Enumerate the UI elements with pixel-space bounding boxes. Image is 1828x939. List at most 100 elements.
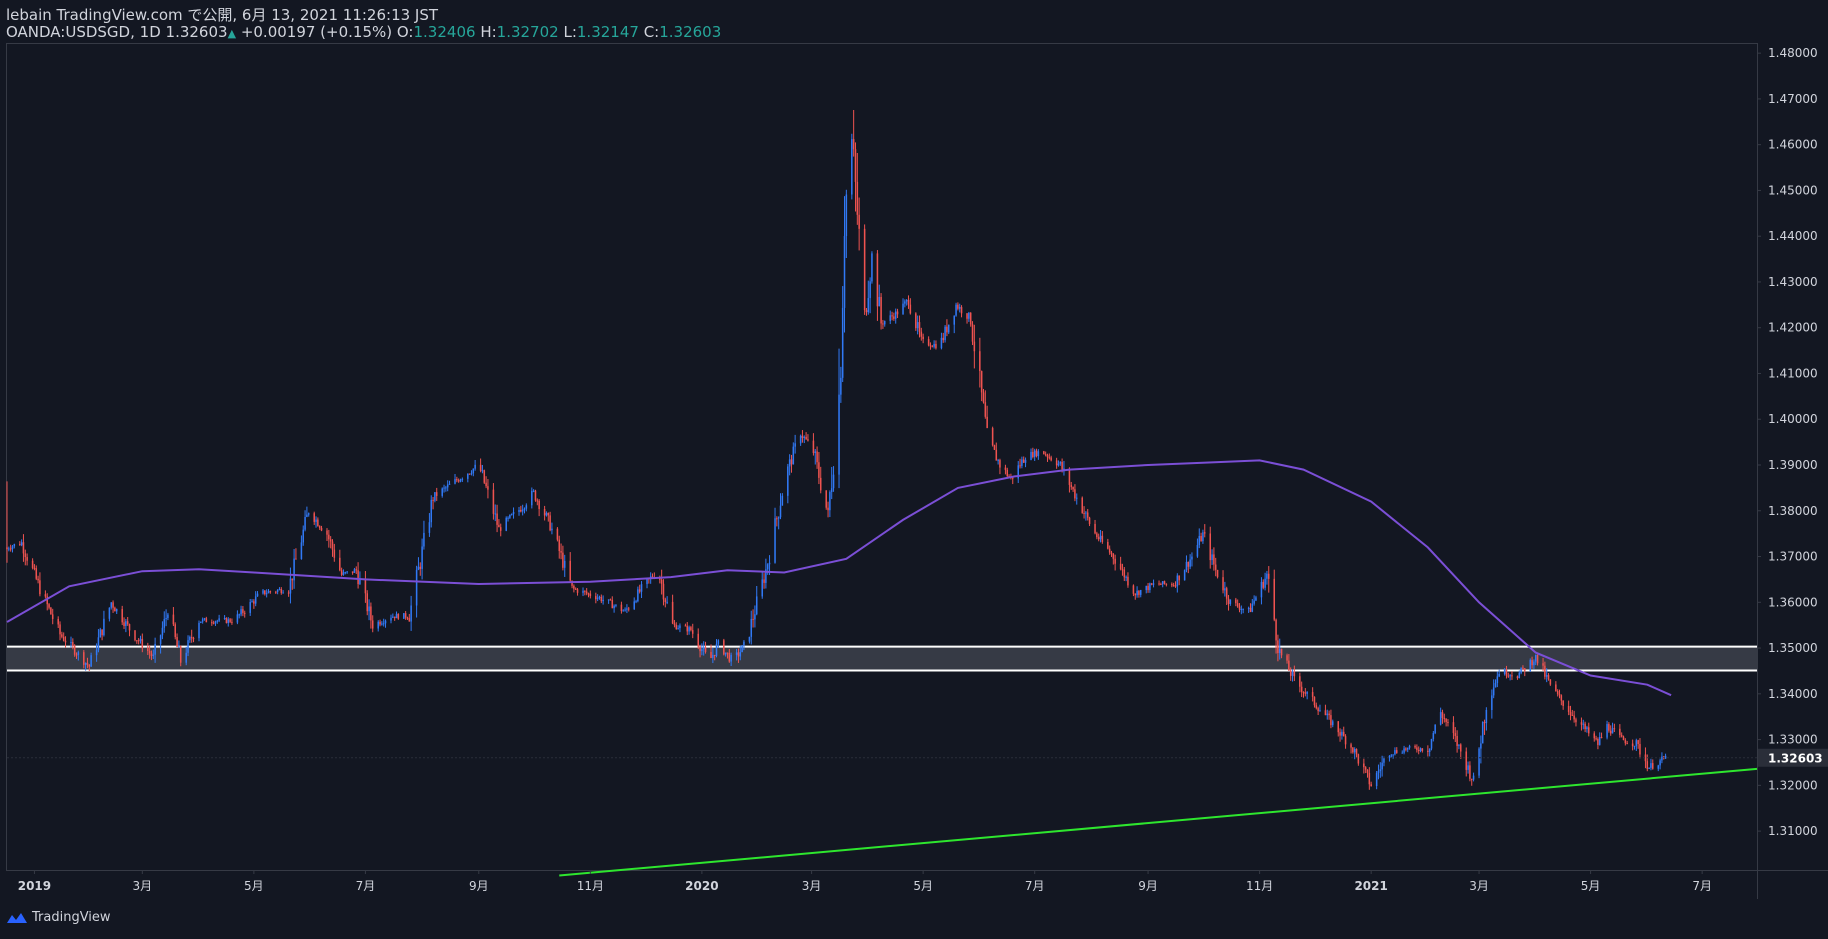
candle-body: [33, 567, 36, 569]
candle: [1183, 569, 1186, 581]
candle-body: [1260, 581, 1263, 598]
candle-body: [1032, 451, 1034, 457]
candle-body: [125, 621, 127, 627]
candle-body: [1395, 750, 1398, 753]
candle-body: [212, 622, 215, 624]
candle-body: [50, 607, 52, 615]
candle-body: [448, 483, 451, 485]
candle-body: [1085, 512, 1087, 514]
candle-body: [1523, 668, 1526, 672]
candle-body: [664, 599, 667, 603]
zone-fill: [7, 646, 1757, 671]
candle-body: [1470, 778, 1473, 780]
candle-body: [90, 655, 92, 667]
time-tick-label: 2019: [18, 879, 51, 893]
candle-body: [328, 534, 330, 540]
candle-body: [543, 508, 546, 516]
candle-body: [713, 654, 716, 656]
candle-body: [150, 653, 153, 656]
time-tick-label: 3月: [1469, 879, 1489, 893]
candle-body: [472, 468, 475, 474]
candle-body: [306, 514, 308, 517]
candle-body: [287, 592, 290, 594]
candle-body: [1022, 459, 1025, 463]
candle-body: [1648, 767, 1650, 769]
candle-body: [534, 490, 537, 501]
candle: [534, 489, 537, 502]
candle-body: [1289, 670, 1292, 676]
candle-body: [382, 623, 385, 625]
candle-body: [1571, 714, 1574, 716]
footer-brand[interactable]: TradingView: [6, 910, 111, 925]
candle-body: [59, 624, 61, 635]
price-tick-label: 1.32000: [1768, 778, 1818, 792]
candle-body: [262, 590, 264, 594]
candle-body: [827, 507, 829, 511]
price-tick-label: 1.37000: [1768, 550, 1818, 564]
close-label: C:: [643, 23, 660, 41]
high-value: 1.32702: [496, 23, 559, 41]
candle-body: [684, 625, 687, 627]
candle-body: [1300, 686, 1303, 692]
candle-body: [434, 492, 436, 501]
candle-body: [1247, 607, 1250, 609]
candle: [1043, 450, 1045, 455]
candle-body: [205, 618, 208, 623]
candle-body: [971, 324, 974, 342]
candle-body: [364, 579, 367, 594]
candle-body: [225, 618, 228, 623]
candle-body: [381, 623, 383, 625]
candle-body: [1319, 710, 1321, 712]
chart-background: [0, 0, 1828, 939]
price-tick-label: 1.41000: [1768, 366, 1818, 380]
candle-body: [1035, 450, 1038, 457]
candle-body: [147, 648, 149, 651]
candle-body: [551, 528, 553, 531]
candle-body: [430, 499, 433, 523]
candle-body: [1132, 585, 1135, 594]
candle-body: [289, 578, 292, 594]
candle: [483, 469, 486, 484]
candle-body: [1242, 608, 1244, 610]
candle-body: [968, 312, 970, 319]
candle-body: [368, 606, 370, 612]
candle-body: [1203, 532, 1206, 534]
candle-body: [1606, 724, 1608, 738]
candle-body: [1145, 585, 1148, 591]
candle-body: [331, 541, 334, 550]
candle-body: [584, 590, 586, 592]
candle-body: [1626, 743, 1628, 745]
candle-body: [1291, 671, 1294, 676]
candle-body: [1024, 459, 1027, 463]
candle-body: [1443, 717, 1446, 719]
symbol-line: OANDA:USDSGD, 1D 1.32603▲ +0.00197 (+0.1…: [6, 23, 721, 41]
candle-body: [1452, 722, 1455, 734]
candle-body: [282, 592, 284, 594]
candle: [50, 606, 52, 615]
candle-body: [1152, 583, 1155, 585]
candle-body: [905, 300, 908, 302]
time-tick-label: 9月: [469, 879, 489, 893]
candle-body: [1383, 758, 1385, 763]
candle-body: [986, 416, 988, 429]
candle-body: [944, 326, 946, 341]
candle-body: [1406, 747, 1409, 750]
candle-body: [715, 643, 718, 656]
candle-body: [909, 304, 912, 314]
candle-body: [536, 500, 539, 502]
candle-body: [1225, 588, 1228, 599]
candle-body: [997, 460, 999, 462]
candle-body: [1545, 675, 1548, 677]
candle-body: [1216, 569, 1219, 578]
candle-body: [805, 436, 807, 440]
candle-body: [633, 601, 635, 610]
candle-body: [1381, 762, 1383, 770]
candle-body: [37, 578, 39, 581]
candle: [1529, 658, 1532, 672]
candle-body: [878, 296, 881, 307]
candle-body: [562, 552, 564, 568]
candle-body: [83, 652, 85, 665]
open-value: 1.32406: [413, 23, 476, 41]
candle-body: [622, 610, 625, 612]
candle-body: [1586, 727, 1588, 729]
